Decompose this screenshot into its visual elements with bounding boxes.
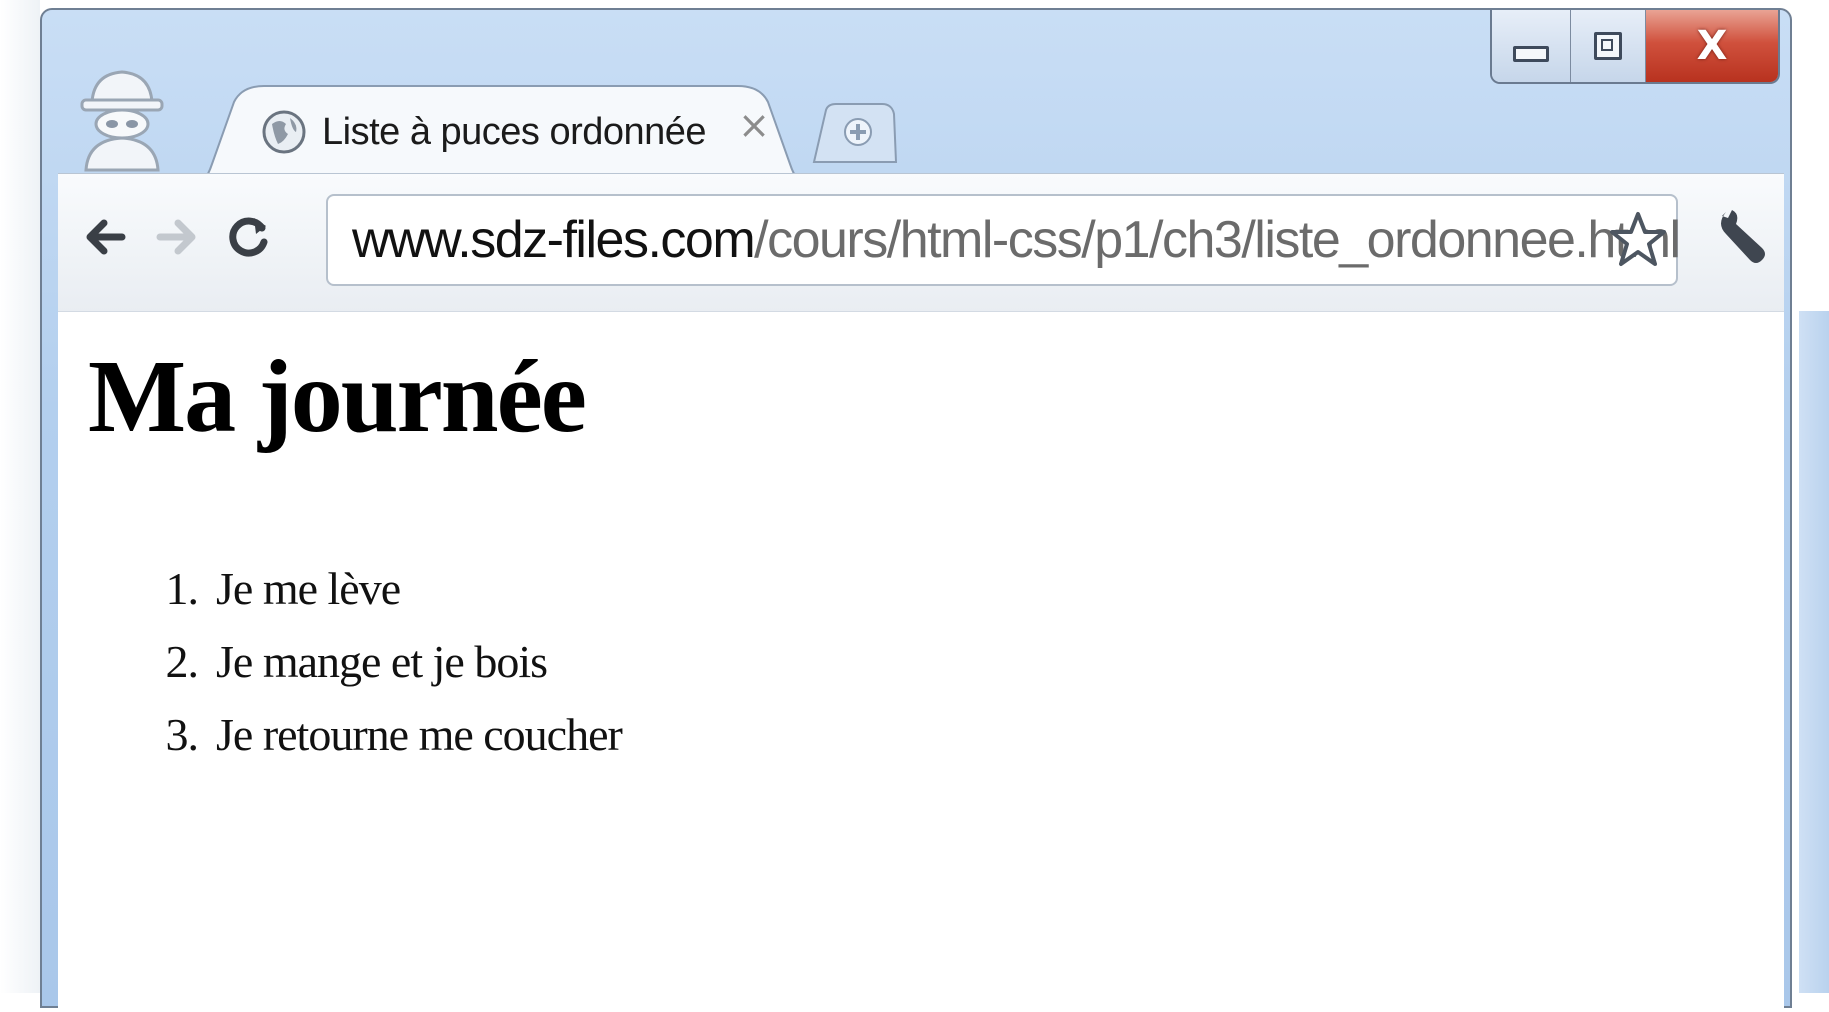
- tab-title: Liste à puces ordonnée: [322, 110, 707, 153]
- wrench-icon[interactable]: [1706, 202, 1776, 272]
- frame-shadow-left: [0, 0, 40, 993]
- minimize-button[interactable]: [1492, 10, 1571, 82]
- tab-close-icon[interactable]: ×: [738, 106, 770, 144]
- maximize-button[interactable]: [1571, 10, 1646, 82]
- list-item: 3. Je retourne me coucher: [138, 698, 623, 771]
- page-viewport: Ma journée 1. Je me lève 2. Je mange et …: [58, 311, 1784, 1012]
- incognito-icon: [80, 70, 164, 172]
- window-frame-right: [1799, 311, 1829, 993]
- ordered-list: 1. Je me lève 2. Je mange et je bois 3. …: [138, 552, 623, 771]
- list-item-text: Je mange et je bois: [216, 636, 548, 687]
- star-icon[interactable]: [1606, 208, 1670, 272]
- new-tab-icon[interactable]: [812, 102, 898, 164]
- tab-content: Liste à puces ordonnée: [260, 102, 772, 162]
- close-window-button[interactable]: X: [1646, 10, 1778, 82]
- list-item-number: 3.: [165, 709, 200, 760]
- globe-icon: [262, 110, 306, 154]
- maximize-icon: [1594, 32, 1622, 60]
- back-button[interactable]: [70, 202, 140, 272]
- url-host: www.sdz-files.com: [352, 211, 756, 269]
- forward-arrow-icon: [156, 219, 196, 255]
- window-controls: X: [1490, 10, 1780, 84]
- reload-button[interactable]: [214, 202, 284, 272]
- address-bar[interactable]: www.sdz-files.com/cours/html-css/p1/ch3/…: [326, 194, 1681, 286]
- list-item-text: Je me lève: [216, 563, 401, 614]
- page-heading: Ma journée: [88, 339, 587, 454]
- browser-toolbar: www.sdz-files.com/cours/html-css/p1/ch3/…: [58, 173, 1784, 312]
- reload-icon: [229, 217, 268, 257]
- list-item: 1. Je me lève: [138, 552, 622, 625]
- forward-button[interactable]: [142, 202, 212, 272]
- url-text: www.sdz-files.com/cours/html-css/p1/ch3/…: [352, 210, 1681, 270]
- url-path: /cours/html-css/p1/ch3/liste_ordonnee.ht…: [754, 211, 1681, 269]
- close-icon: X: [1696, 23, 1728, 69]
- list-item: 2. Je mange et je bois: [138, 625, 622, 698]
- minimize-icon: [1513, 46, 1549, 62]
- back-arrow-icon: [86, 219, 126, 255]
- list-item-number: 2.: [165, 636, 200, 687]
- list-item-text: Je retourne me coucher: [216, 709, 623, 760]
- list-item-number: 1.: [165, 563, 200, 614]
